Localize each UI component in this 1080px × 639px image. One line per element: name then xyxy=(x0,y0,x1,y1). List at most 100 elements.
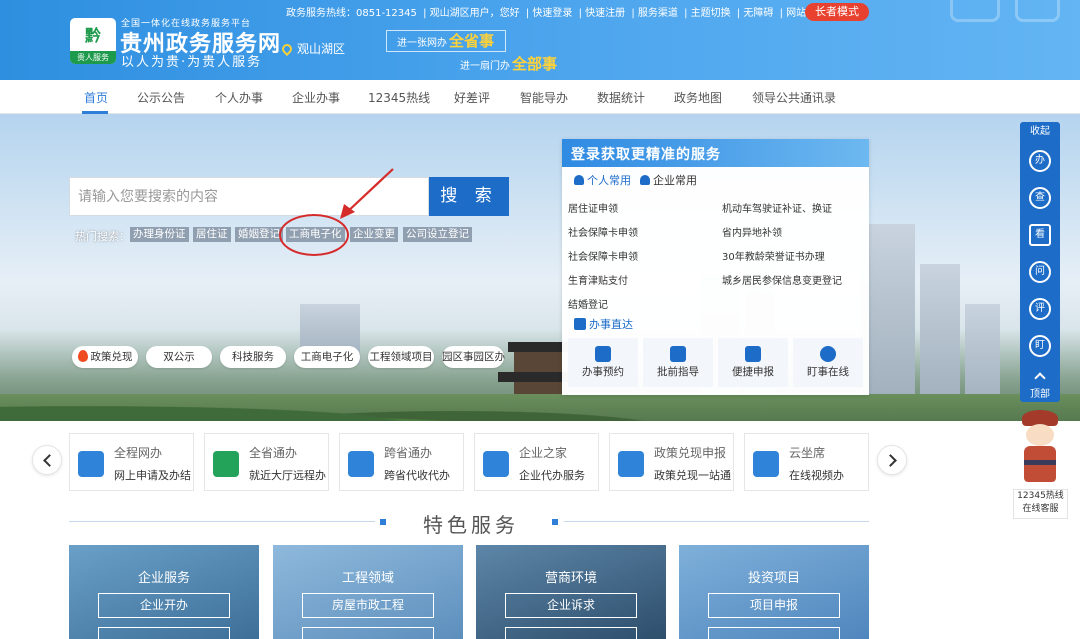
tile-button[interactable]: 项目申报 xyxy=(708,593,840,618)
nav-statistics[interactable]: 数据统计 xyxy=(597,89,645,106)
hot-tag-id-card[interactable]: 办理身份证 xyxy=(130,227,189,242)
nav-directory[interactable]: 领导公共通讯录 xyxy=(752,89,836,106)
chevron-up-icon xyxy=(1034,372,1046,384)
service-link[interactable]: 社会保障卡申领 xyxy=(568,248,638,263)
tab-personal[interactable]: 个人常用 xyxy=(574,172,631,188)
service-card[interactable]: 全程网办 网上申请及办结 xyxy=(69,433,194,491)
service-card[interactable]: 跨省通办 跨省代收代办 xyxy=(339,433,464,491)
pill-business-e[interactable]: 工商电子化 xyxy=(294,346,360,368)
quick-track[interactable]: 盯事在线 xyxy=(793,338,863,387)
back-to-top-button[interactable]: 顶部 xyxy=(1020,368,1060,402)
hot-tag-marriage[interactable]: 婚姻登记 xyxy=(235,227,283,242)
service-link[interactable]: 机动车驾驶证补证、换证 xyxy=(722,200,832,215)
carousel-next-button[interactable] xyxy=(877,445,907,475)
building-icon xyxy=(640,175,650,185)
side-query-icon[interactable]: 查 xyxy=(1029,187,1051,209)
quick-appointment-label: 办事预约 xyxy=(582,366,624,378)
service-card[interactable]: 全省通办 就近大厅远程办 xyxy=(204,433,329,491)
hero-banner xyxy=(0,114,1080,421)
nav-announcements[interactable]: 公示公告 xyxy=(137,89,185,106)
hot-tag-company-change[interactable]: 企业变更 xyxy=(350,227,398,242)
policy-declare-icon xyxy=(618,451,644,477)
quick-declare[interactable]: 便捷申报 xyxy=(718,338,788,387)
search-button[interactable]: 搜 索 xyxy=(429,177,509,216)
tile-button[interactable]: 房屋市政工程 xyxy=(302,593,434,618)
hot-tag-company-setup[interactable]: 公司设立登记 xyxy=(403,227,472,242)
fire-icon xyxy=(77,350,88,362)
service-link[interactable]: 城乡居民参保信息变更登记 xyxy=(722,272,842,287)
tile-button[interactable] xyxy=(505,627,637,639)
side-ask-icon[interactable]: 问 xyxy=(1029,261,1051,283)
tab-enterprise[interactable]: 企业常用 xyxy=(640,172,697,188)
tile-button[interactable]: 企业开办 xyxy=(98,593,230,618)
service-card[interactable]: 企业之家 企业代办服务 xyxy=(474,433,599,491)
side-track-icon[interactable]: 盯 xyxy=(1029,335,1051,357)
quick-register-link[interactable]: | 快速注册 xyxy=(579,8,626,19)
nav-enterprise[interactable]: 企业办事 xyxy=(292,89,340,106)
cloud-seat-icon xyxy=(753,451,779,477)
side-rate-icon[interactable]: 评 xyxy=(1029,298,1051,320)
pill-engineering[interactable]: 工程领域项目 xyxy=(368,346,434,368)
site-slogan: 以人为贵·为贵人服务 xyxy=(121,55,263,70)
tile-title: 营商环境 xyxy=(544,571,597,586)
tile-button[interactable] xyxy=(302,627,434,639)
tile-button[interactable] xyxy=(98,627,230,639)
tile-title: 投资项目 xyxy=(747,571,800,586)
pill-policy[interactable]: 政策兑现 xyxy=(72,346,138,368)
nav-evaluation[interactable]: 好差评 xyxy=(454,89,490,106)
nav-guide[interactable]: 智能导办 xyxy=(520,89,568,106)
nav-map[interactable]: 政务地图 xyxy=(674,89,722,106)
card-title: 跨省通办 xyxy=(384,446,433,460)
quick-appointment[interactable]: 办事预约 xyxy=(568,338,638,387)
tile-button[interactable]: 企业诉求 xyxy=(505,593,637,618)
direct-service-link[interactable]: 办事直达 xyxy=(574,316,633,332)
hotline-text: 政务服务热线：0851-12345 xyxy=(286,8,417,19)
location-switch[interactable]: 观山湖区 xyxy=(279,40,345,57)
service-link[interactable]: 省内异地补领 xyxy=(722,224,782,239)
hotline-online-service[interactable]: 12345热线 在线客服 xyxy=(1013,489,1068,519)
card-subtitle: 网上申请及办结 xyxy=(114,469,191,482)
site-logo[interactable]: 黔 贵人服务 xyxy=(70,18,116,64)
user-greeting: | 观山湖区用户，您好 xyxy=(423,8,520,19)
hot-tag-residence[interactable]: 居住证 xyxy=(193,227,231,242)
nav-home[interactable]: 首页 xyxy=(84,89,108,106)
mascot-image[interactable] xyxy=(1016,410,1064,486)
service-card[interactable]: 云坐席 在线视频办 xyxy=(744,433,869,491)
elder-mode-button[interactable]: 长者模式 xyxy=(805,3,869,21)
side-handle-icon[interactable]: 办 xyxy=(1029,150,1051,172)
nav-personal[interactable]: 个人办事 xyxy=(215,89,263,106)
direct-service-label: 办事直达 xyxy=(589,318,633,331)
declare-icon xyxy=(745,346,761,362)
login-panel-title[interactable]: 登录获取更精准的服务 xyxy=(571,144,721,164)
decor-shape xyxy=(1015,0,1060,22)
side-view-icon[interactable]: 看 xyxy=(1029,224,1051,246)
theme-switch-link[interactable]: | 主题切换 xyxy=(684,8,731,19)
pill-double-public[interactable]: 双公示 xyxy=(146,346,212,368)
login-service-panel: 登录获取更精准的服务 个人常用 企业常用 居住证申领 社会保障卡申领 社会保障卡… xyxy=(562,139,869,395)
pill-park[interactable]: 园区事园区办 xyxy=(442,346,505,368)
tree-line xyxy=(0,394,1080,421)
nav-12345[interactable]: 12345热线 xyxy=(368,89,430,106)
service-link[interactable]: 生育津贴支付 xyxy=(568,272,628,287)
divider xyxy=(564,521,869,522)
accessibility-link[interactable]: | 无障碍 xyxy=(737,8,774,19)
service-link[interactable]: 结婚登记 xyxy=(568,296,608,311)
quick-login-link[interactable]: | 快速登录 xyxy=(526,8,573,19)
quick-guidance[interactable]: 批前指导 xyxy=(643,338,713,387)
service-link[interactable]: 社会保障卡申领 xyxy=(568,224,638,239)
tile-button[interactable] xyxy=(708,627,840,639)
service-channel-link[interactable]: | 服务渠道 xyxy=(631,8,678,19)
service-card[interactable]: 政策兑现申报 政策兑现一站通 xyxy=(609,433,734,491)
carousel-prev-button[interactable] xyxy=(32,445,62,475)
featured-title: 特色服务 xyxy=(423,513,519,537)
service-link[interactable]: 30年教龄荣誉证书办理 xyxy=(722,248,825,263)
quick-guidance-label: 批前指导 xyxy=(657,366,699,378)
pill-tech[interactable]: 科技服务 xyxy=(220,346,286,368)
top-utility-links: 政务服务热线：0851-12345 | 观山湖区用户，您好 | 快速登录 | 快… xyxy=(286,4,850,19)
card-title: 全省通办 xyxy=(249,446,298,460)
side-collapse-button[interactable]: 收起 xyxy=(1020,122,1060,142)
card-title: 云坐席 xyxy=(789,446,826,460)
service-link[interactable]: 居住证申领 xyxy=(568,200,618,215)
card-subtitle: 在线视频办 xyxy=(789,469,844,482)
location-pin-icon xyxy=(279,41,295,57)
